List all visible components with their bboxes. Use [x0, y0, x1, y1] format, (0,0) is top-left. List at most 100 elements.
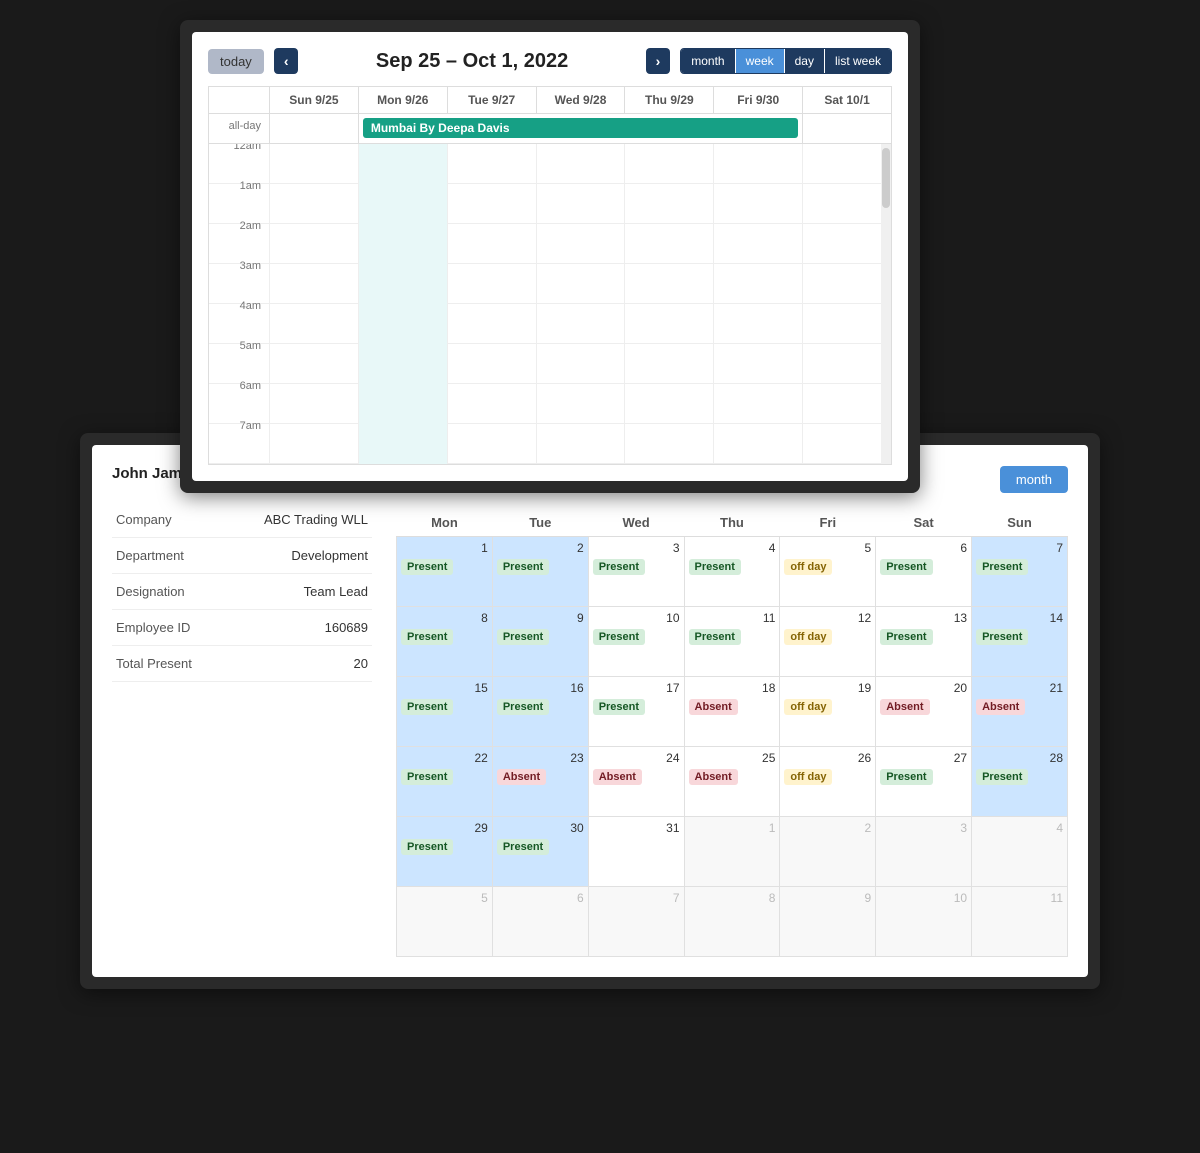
day-number: 9	[497, 611, 584, 625]
day-number: 8	[689, 891, 776, 905]
day-number: 14	[976, 611, 1063, 625]
month-day-cell[interactable]: 10Present	[588, 607, 684, 677]
month-day-cell[interactable]: 9	[780, 887, 876, 957]
month-day-cell[interactable]: 15Present	[397, 677, 493, 747]
empid-value: 160689	[223, 610, 372, 646]
scrollbar[interactable]	[881, 144, 891, 464]
month-day-cell[interactable]: 23Absent	[492, 747, 588, 817]
month-day-cell[interactable]: 6	[492, 887, 588, 957]
day-number: 10	[593, 611, 680, 625]
allday-row: all-day Mumbai By Deepa Davis	[209, 114, 891, 144]
status-badge: Present	[497, 839, 549, 855]
cell-wed-2am	[536, 224, 625, 264]
month-button[interactable]: month	[1000, 466, 1068, 493]
month-week-row: 8Present9Present10Present11Present12off …	[397, 607, 1068, 677]
month-day-cell[interactable]: 10	[876, 887, 972, 957]
status-badge: Present	[497, 699, 549, 715]
view-buttons: month week day list week	[680, 48, 892, 74]
day-number: 26	[784, 751, 871, 765]
day-number: 19	[784, 681, 871, 695]
cell-tue-5am	[447, 344, 536, 384]
cell-fri-3am	[713, 264, 802, 304]
month-day-cell[interactable]: 29Present	[397, 817, 493, 887]
cell-fri-4am	[713, 304, 802, 344]
next-button[interactable]: ›	[646, 48, 671, 74]
day-number: 4	[976, 821, 1063, 835]
month-day-cell[interactable]: 4	[972, 817, 1068, 887]
month-day-cell[interactable]: 1	[684, 817, 780, 887]
day-number: 15	[401, 681, 488, 695]
month-day-cell[interactable]: 9Present	[492, 607, 588, 677]
status-badge: Present	[880, 559, 932, 575]
month-day-cell[interactable]: 2Present	[492, 537, 588, 607]
month-day-cell[interactable]: 25Absent	[684, 747, 780, 817]
status-badge: Present	[593, 559, 645, 575]
month-day-cell[interactable]: 21Absent	[972, 677, 1068, 747]
month-day-cell[interactable]: 19 off day	[780, 677, 876, 747]
month-day-cell[interactable]: 3Present	[588, 537, 684, 607]
month-day-cell[interactable]: 31	[588, 817, 684, 887]
month-day-cell[interactable]: 5off day	[780, 537, 876, 607]
cell-mon-3am	[358, 264, 447, 304]
employee-info-panel: John James - August 2022 Company ABC Tra…	[112, 465, 372, 957]
month-day-cell[interactable]: 8	[684, 887, 780, 957]
month-day-cell[interactable]: 13Present	[876, 607, 972, 677]
month-day-cell[interactable]: 22Present	[397, 747, 493, 817]
cell-thu-6am	[624, 384, 713, 424]
month-day-cell[interactable]: 5	[397, 887, 493, 957]
day-view-btn[interactable]: day	[785, 49, 825, 73]
status-badge: off day	[784, 699, 832, 715]
day-number: 23	[497, 751, 584, 765]
status-badge: Present	[689, 629, 741, 645]
month-day-cell[interactable]: 11	[972, 887, 1068, 957]
header-wed: Wed 9/28	[536, 87, 625, 113]
prev-button[interactable]: ‹	[274, 48, 299, 74]
company-value: ABC Trading WLL	[223, 502, 372, 538]
status-badge: Present	[976, 629, 1028, 645]
month-day-cell[interactable]: 11 Present	[684, 607, 780, 677]
th-fri: Fri	[780, 509, 876, 537]
month-day-cell[interactable]: 16Present	[492, 677, 588, 747]
month-day-cell[interactable]: 14 Present	[972, 607, 1068, 677]
day-number: 5	[401, 891, 488, 905]
allday-event-cell: Mumbai By Deepa Davis	[358, 114, 802, 143]
week-grid: Sun 9/25 Mon 9/26 Tue 9/27 Wed 9/28 Thu …	[208, 86, 892, 465]
listweek-view-btn[interactable]: list week	[825, 49, 891, 73]
month-day-cell[interactable]: 7Present	[972, 537, 1068, 607]
status-badge: Present	[880, 629, 932, 645]
month-view-btn[interactable]: month	[681, 49, 735, 73]
month-day-cell[interactable]: 8Present	[397, 607, 493, 677]
month-day-cell[interactable]: 3	[876, 817, 972, 887]
day-number: 9	[784, 891, 871, 905]
month-day-cell[interactable]: 12off day	[780, 607, 876, 677]
header-sat: Sat 10/1	[802, 87, 891, 113]
cell-mon-12am	[358, 144, 447, 184]
info-row-totalpresent: Total Present 20	[112, 646, 372, 682]
month-day-cell[interactable]: 1Present	[397, 537, 493, 607]
month-day-cell[interactable]: 28Present	[972, 747, 1068, 817]
cell-mon-7am	[358, 424, 447, 464]
day-number: 11	[689, 611, 776, 625]
month-day-cell[interactable]: 6Present	[876, 537, 972, 607]
header-mon: Mon 9/26	[358, 87, 447, 113]
week-header: Sun 9/25 Mon 9/26 Tue 9/27 Wed 9/28 Thu …	[209, 87, 891, 114]
month-day-cell[interactable]: 4Present	[684, 537, 780, 607]
scrollbar-thumb[interactable]	[882, 148, 890, 208]
month-day-cell[interactable]: 24Absent	[588, 747, 684, 817]
month-day-cell[interactable]: 7	[588, 887, 684, 957]
month-day-cell[interactable]: 18Absent	[684, 677, 780, 747]
cell-fri-5am	[713, 344, 802, 384]
time-row-5am: 5am	[209, 344, 891, 384]
month-day-cell[interactable]: 2	[780, 817, 876, 887]
allday-label: all-day	[209, 114, 269, 143]
month-day-cell[interactable]: 30Present	[492, 817, 588, 887]
bottom-calendar-window: John James - August 2022 Company ABC Tra…	[80, 433, 1100, 989]
today-button[interactable]: today	[208, 49, 264, 74]
month-day-cell[interactable]: 27Present	[876, 747, 972, 817]
month-day-cell[interactable]: 20Absent	[876, 677, 972, 747]
allday-event[interactable]: Mumbai By Deepa Davis	[363, 118, 798, 138]
cell-wed-1am	[536, 184, 625, 224]
month-day-cell[interactable]: 17Present	[588, 677, 684, 747]
week-view-btn[interactable]: week	[736, 49, 785, 73]
month-day-cell[interactable]: 26off day	[780, 747, 876, 817]
